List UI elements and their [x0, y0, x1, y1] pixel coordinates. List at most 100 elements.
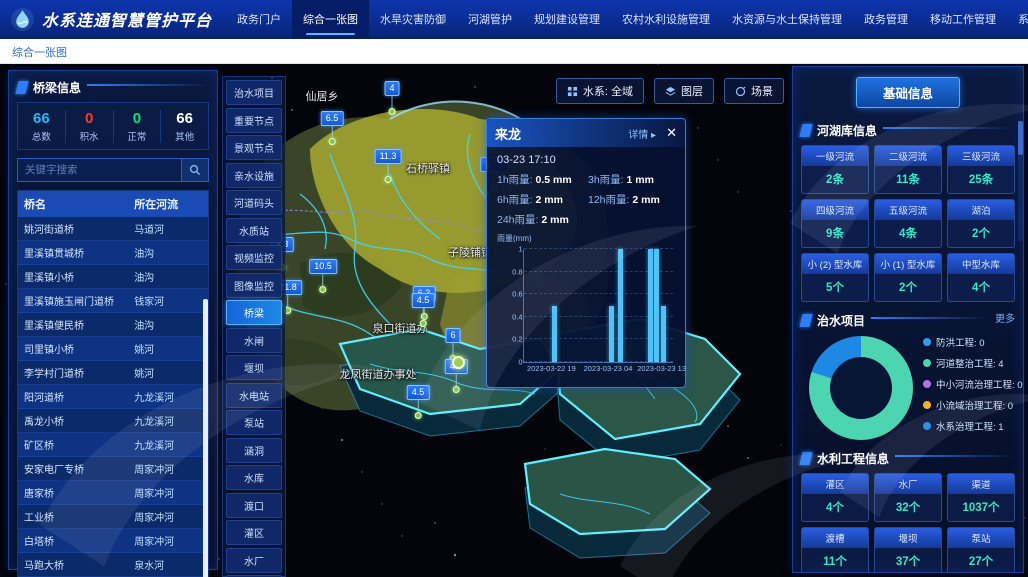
nav-item[interactable]: 综合一张图 [292, 0, 369, 38]
station-dot-icon [452, 386, 459, 393]
table-row[interactable]: 里溪镇便民桥油沟 [18, 313, 208, 337]
scene-button[interactable]: 场景 [724, 78, 784, 104]
search-icon [189, 164, 201, 176]
map-marker[interactable]: 11.3 [375, 146, 402, 183]
map-marker[interactable]: 4.5 [407, 382, 430, 419]
table-row[interactable]: 里溪镇施玉闸门道桥钱家河 [18, 289, 208, 313]
marker-stem [387, 164, 388, 176]
table-row[interactable]: 安家电厂专桥周家冲河 [18, 457, 208, 481]
nav-item[interactable]: 政务门户 [226, 0, 292, 38]
search-button[interactable] [181, 158, 209, 182]
table-row[interactable]: 矿区桥九龙溪河 [18, 433, 208, 457]
close-icon[interactable]: ✕ [666, 125, 677, 141]
cell-value: 2条 [802, 166, 868, 193]
layer-item-图像监控[interactable]: 图像监控 [226, 273, 282, 298]
nav-item[interactable]: 规划建设管理 [523, 0, 611, 38]
table-row[interactable]: 李学村门道桥姚河 [18, 361, 208, 385]
river-name: 周家冲河 [128, 481, 208, 504]
cell-label: 渡槽 [802, 528, 868, 548]
stat-cell: 小 (1) 型水库2个 [874, 253, 942, 302]
table-row[interactable]: 里溪镇小桥油沟 [18, 265, 208, 289]
app-window: 仙居乡石桥驿镇子陵铺镇泉口街道办龙凤街道办事处 46.511.310.53.31… [0, 0, 1028, 577]
layer-item-水厂[interactable]: 水厂 [226, 548, 282, 573]
basic-info-button[interactable]: 基础信息 [856, 77, 960, 108]
panel-scrollbar[interactable] [1018, 121, 1023, 241]
x-tick: 2023-03-22 19 [527, 364, 576, 373]
rain-bar [661, 306, 666, 363]
layer-item-灌区[interactable]: 灌区 [226, 520, 282, 545]
station-dot-icon [384, 176, 391, 183]
layer-item-渡口[interactable]: 渡口 [226, 493, 282, 518]
cell-label: 一级河流 [802, 146, 868, 166]
marker-value: 4.5 [407, 385, 430, 400]
nav-item[interactable]: 移动工作管理 [919, 0, 1007, 38]
table-row[interactable]: 姚河街道桥马道河 [18, 217, 208, 241]
layer-item-水电站[interactable]: 水电站 [226, 383, 282, 408]
metric-value: 1 mm [627, 174, 654, 186]
cell-label: 堰坝 [875, 528, 941, 548]
bridge-name: 马跑大桥 [18, 553, 128, 576]
nav-item[interactable]: 政务管理 [853, 0, 919, 38]
bridge-name: 矿区桥 [18, 433, 128, 456]
table-scrollbar[interactable] [203, 299, 208, 577]
table-row[interactable]: 白塔桥周家冲河 [18, 529, 208, 553]
layer-item-水库[interactable]: 水库 [226, 465, 282, 490]
layer-item-视频监控[interactable]: 视频监控 [226, 245, 282, 270]
section-line [895, 455, 1015, 457]
y-tick: 1 [518, 245, 522, 254]
stat-cell: 灌区4个 [801, 473, 869, 522]
main-nav: 政务门户综合一张图水旱灾害防御河湖管护规划建设管理农村水利设施管理水资源与水土保… [226, 0, 1028, 38]
river-lake-grid: 一级河流2条二级河流11条三级河流25条四级河流9条五级河流4条湖泊2个小 (2… [801, 145, 1015, 302]
stat-cell: 堰坝37个 [874, 527, 942, 573]
cell-value: 2个 [875, 274, 941, 301]
table-row[interactable]: 里溪镇贯城桥油沟 [18, 241, 208, 265]
nav-item[interactable]: 河湖管护 [457, 0, 523, 38]
map-marker[interactable]: 10.5 [309, 256, 337, 293]
layer-item-堰坝[interactable]: 堰坝 [226, 355, 282, 380]
water-system-toggle[interactable]: 水系: 全域 [556, 78, 644, 104]
table-row[interactable]: 阳河道桥九龙溪河 [18, 385, 208, 409]
layer-item-水闸[interactable]: 水闸 [226, 328, 282, 353]
map-marker[interactable]: 6.5 [321, 108, 344, 145]
detail-link[interactable]: 详情 ▸ [628, 126, 656, 141]
search-input[interactable] [17, 158, 181, 182]
more-link[interactable]: 更多 [995, 310, 1015, 325]
layer-item-桥梁[interactable]: 桥梁 [226, 300, 282, 325]
table-row[interactable]: 唐家桥周家冲河 [18, 481, 208, 505]
map-marker[interactable]: 4 [384, 78, 399, 115]
table-row[interactable]: 司里镇小桥姚河 [18, 337, 208, 361]
stat-cell: 一级河流2条 [801, 145, 869, 194]
cell-value: 5个 [802, 274, 868, 301]
table-row[interactable]: 禹龙小桥九龙溪河 [18, 409, 208, 433]
legend-dot-icon [923, 401, 931, 409]
rainfall-chart: 雨量(mm) 00.20.40.60.812023-03-22 192023-0… [493, 233, 679, 381]
marker-stem [417, 400, 418, 412]
map-marker[interactable]: 4.5 [412, 290, 435, 327]
layer-item-水质站[interactable]: 水质站 [226, 218, 282, 243]
nav-item[interactable]: 水资源与水土保持管理 [721, 0, 853, 38]
rain-metric: 1h雨量: 0.5 mm [497, 172, 584, 187]
table-row[interactable]: 马跑大桥泉水河 [18, 553, 208, 577]
layer-item-景观节点[interactable]: 景观节点 [226, 135, 282, 160]
layer-item-亲水设施[interactable]: 亲水设施 [226, 163, 282, 188]
metric-value: 2 mm [536, 194, 563, 206]
layer-item-涵洞[interactable]: 涵洞 [226, 438, 282, 463]
section-line [871, 317, 989, 319]
engineering-title: 水利工程信息 [817, 450, 889, 467]
cell-value: 37个 [875, 548, 941, 573]
marker-value: 4 [384, 81, 399, 96]
selected-station-marker[interactable] [452, 356, 465, 369]
bridge-table: 桥名 所在河流 姚河街道桥马道河里溪镇贯城桥油沟里溪镇小桥油沟里溪镇施玉闸门道桥… [17, 190, 209, 577]
layer-item-治水项目[interactable]: 治水项目 [226, 80, 282, 105]
cell-value: 1037个 [948, 494, 1014, 521]
legend-item: 水系治理工程: 1 [923, 419, 1023, 433]
nav-item[interactable]: 水旱灾害防御 [369, 0, 457, 38]
layer-item-重要节点[interactable]: 重要节点 [226, 108, 282, 133]
layers-button[interactable]: 图层 [654, 78, 714, 104]
table-row[interactable]: 工业桥周家冲河 [18, 505, 208, 529]
layer-item-泵站[interactable]: 泵站 [226, 410, 282, 435]
layer-item-河道码头[interactable]: 河道码头 [226, 190, 282, 215]
nav-item[interactable]: 农村水利设施管理 [611, 0, 721, 38]
nav-item[interactable]: 系统管理 [1007, 0, 1028, 38]
metric-value: 2 mm [632, 194, 659, 206]
